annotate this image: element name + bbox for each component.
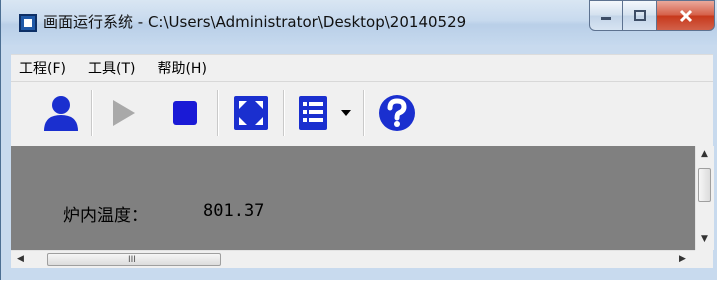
toolbar-separator	[363, 90, 365, 136]
app-icon[interactable]	[19, 14, 37, 32]
toolbar	[11, 81, 713, 146]
vertical-scroll-thumb[interactable]	[698, 168, 711, 202]
play-icon	[113, 100, 135, 126]
run-button[interactable]	[103, 88, 143, 138]
furnace-temperature-label: 炉内温度：	[63, 206, 148, 226]
frame-border	[1, 45, 11, 268]
size-grip[interactable]	[695, 250, 713, 268]
scroll-right-icon[interactable]: ▶	[679, 254, 686, 264]
maximize-button[interactable]	[623, 0, 657, 31]
menu-item-help[interactable]: 帮助(H)	[157, 58, 206, 78]
help-button[interactable]	[375, 88, 419, 138]
close-icon	[679, 9, 692, 22]
fullscreen-button[interactable]	[229, 88, 273, 138]
menu-bar: 工程(F) 工具(T) 帮助(H)	[11, 54, 713, 81]
user-icon	[44, 96, 78, 131]
stop-button[interactable]	[165, 88, 205, 138]
runtime-canvas: 炉内温度： 801.37	[11, 146, 695, 250]
furnace-temperature-value: 801.37	[203, 201, 265, 221]
user-button[interactable]	[39, 88, 83, 138]
help-icon	[379, 95, 415, 131]
list-icon	[299, 96, 327, 130]
vertical-scrollbar[interactable]: ▲ ▼	[695, 146, 714, 250]
close-button[interactable]	[657, 0, 715, 31]
frame-border	[1, 45, 717, 54]
list-dropdown-button[interactable]	[337, 88, 355, 138]
toolbar-separator	[217, 90, 219, 136]
maximize-icon	[633, 9, 646, 21]
stop-icon	[173, 101, 197, 125]
horizontal-scrollbar[interactable]: ◀ III ▶	[11, 250, 695, 269]
menu-item-tools[interactable]: 工具(T)	[88, 58, 135, 78]
scroll-up-icon[interactable]: ▲	[701, 149, 708, 159]
menu-item-project[interactable]: 工程(F)	[19, 58, 66, 78]
fullscreen-icon	[234, 96, 268, 130]
window-title: 画面运行系统 - C:\Users\Administrator\Desktop\…	[43, 13, 467, 31]
scroll-down-icon[interactable]: ▼	[701, 234, 708, 244]
toolbar-separator	[283, 90, 285, 136]
scroll-left-icon[interactable]: ◀	[17, 254, 24, 264]
title-bar[interactable]: 画面运行系统 - C:\Users\Administrator\Desktop\…	[1, 0, 717, 46]
list-button[interactable]	[293, 88, 333, 138]
minimize-button[interactable]	[589, 0, 623, 31]
window-controls	[589, 0, 715, 31]
minimize-icon	[601, 16, 611, 20]
horizontal-scroll-thumb[interactable]: III	[47, 253, 221, 266]
scroll-grip: III	[128, 255, 136, 265]
app-window: 画面运行系统 - C:\Users\Administrator\Desktop\…	[0, 0, 717, 280]
frame-border	[1, 268, 717, 280]
dropdown-arrow-icon	[341, 110, 351, 116]
toolbar-separator	[91, 90, 93, 136]
